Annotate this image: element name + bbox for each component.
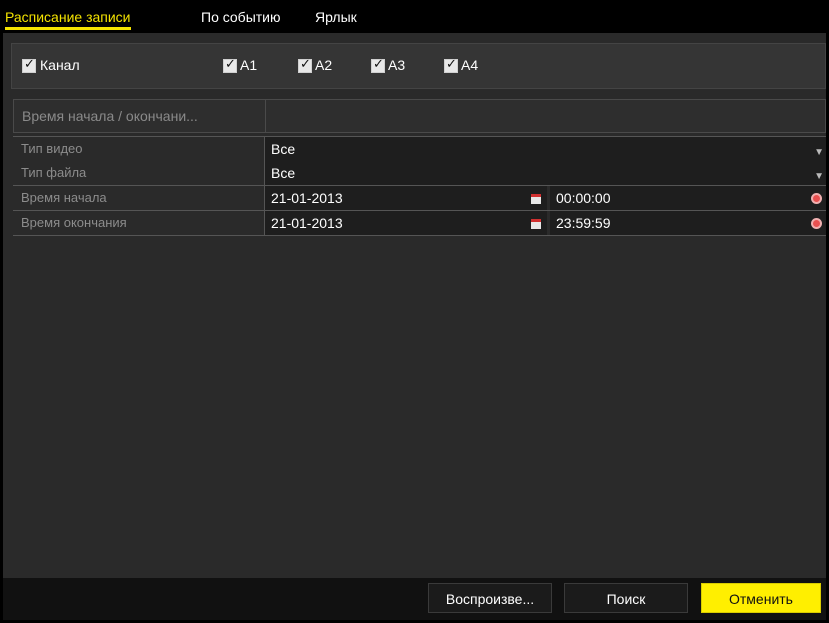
start-time-field[interactable]: 00:00:00 [550, 186, 826, 210]
end-time-field[interactable]: 23:59:59 [550, 211, 826, 235]
file-type-label: Тип файла [13, 161, 265, 185]
video-type-row: Тип видео Все ▼ [13, 136, 826, 161]
channel-a1-checkbox[interactable] [223, 57, 237, 73]
clock-icon[interactable] [811, 218, 822, 229]
video-type-label: Тип видео [13, 137, 265, 161]
channel-a4-checkbox[interactable] [444, 57, 458, 73]
start-date-value: 21-01-2013 [271, 190, 343, 206]
end-time-value: 23:59:59 [556, 215, 611, 231]
file-type-row: Тип файла Все ▼ [13, 161, 826, 186]
end-date-field[interactable]: 21-01-2013 [265, 211, 547, 235]
tab-label: Ярлык [315, 9, 357, 25]
file-type-select[interactable]: Все ▼ [265, 161, 826, 185]
tab-shortcut[interactable]: Ярлык [315, 9, 357, 25]
video-type-select[interactable]: Все ▼ [265, 137, 826, 161]
time-range-header-label: Время начала / окончани... [14, 100, 266, 132]
end-time-row: Время окончания 21-01-2013 23:59:59 [13, 211, 826, 236]
tab-bar: Расписание записи По событию Ярлык [3, 3, 826, 33]
end-date-value: 21-01-2013 [271, 215, 343, 231]
channel-a1-label: A1 [240, 57, 258, 73]
search-dialog: Расписание записи По событию Ярлык Канал… [3, 3, 826, 620]
channel-a2-label: A2 [315, 57, 333, 73]
channel-a3-checkbox[interactable] [371, 57, 385, 73]
play-button[interactable]: Воспроизве... [428, 583, 552, 613]
channel-label: Канал [40, 57, 80, 73]
channel-selection-row: Канал A1 A2 A3 A4 [11, 43, 826, 89]
tab-by-event[interactable]: По событию [201, 9, 281, 25]
active-tab-underline [5, 27, 131, 30]
start-time-value: 00:00:00 [556, 190, 611, 206]
calendar-icon[interactable] [531, 194, 541, 204]
channel-a4-label: A4 [461, 57, 479, 73]
channel-all-checkbox[interactable] [22, 57, 36, 73]
tab-label: Расписание записи [5, 9, 131, 25]
tab-label: По событию [201, 9, 281, 25]
tab-record-schedule[interactable]: Расписание записи [5, 9, 131, 30]
start-time-label: Время начала [13, 186, 265, 210]
channel-a2-checkbox[interactable] [298, 57, 312, 73]
start-time-row: Время начала 21-01-2013 00:00:00 [13, 186, 826, 211]
cancel-button[interactable]: Отменить [701, 583, 821, 613]
bottom-button-bar: Воспроизве... Поиск Отменить [3, 578, 826, 620]
search-button[interactable]: Поиск [564, 583, 688, 613]
calendar-icon[interactable] [531, 219, 541, 229]
video-type-value: Все [271, 141, 296, 157]
start-date-field[interactable]: 21-01-2013 [265, 186, 547, 210]
file-type-value: Все [271, 165, 296, 181]
channel-a3-label: A3 [388, 57, 406, 73]
time-range-header[interactable]: Время начала / окончани... [13, 99, 826, 133]
clock-icon[interactable] [811, 193, 822, 204]
end-time-label: Время окончания [13, 211, 265, 235]
